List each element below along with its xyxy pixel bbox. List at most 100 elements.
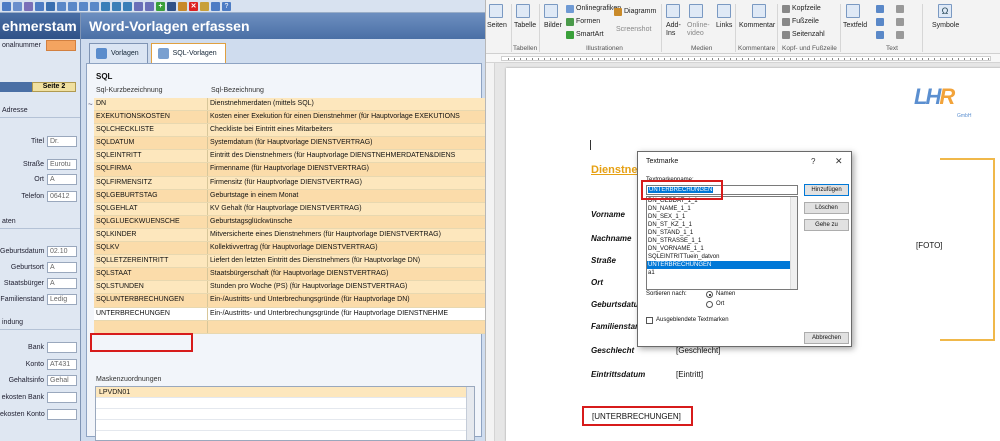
field-input[interactable]: 06412 <box>47 191 77 202</box>
first-record-icon[interactable] <box>57 1 66 11</box>
table-icon[interactable] <box>516 4 530 18</box>
table-row[interactable]: SQLCHECKLISTE Checkliste bei Eintritt ein… <box>94 124 485 138</box>
merge-icon[interactable] <box>145 1 154 11</box>
table-row[interactable]: SQLKV Kollektivvertrag (für Hauptvorlage … <box>94 242 485 256</box>
bookmark-list-item[interactable]: UNTERBRECHUNGEN <box>647 261 797 269</box>
table-button[interactable]: Tabelle <box>514 22 536 29</box>
table-row[interactable]: SQLFIRMENSITZ Firmensitz (für Hauptvorlag… <box>94 176 485 190</box>
pictures-button[interactable]: Bilder <box>544 22 562 29</box>
table-row[interactable]: SQLUNTERBRECHUNGEN Ein-/Austritts- und Un… <box>94 294 485 308</box>
tab-seite-2[interactable]: Seite 2 <box>32 82 76 92</box>
field-input[interactable]: Ledig <box>47 294 77 305</box>
sql-description-cell[interactable]: Kosten einer Exekution für einen Dienstn… <box>208 111 485 124</box>
bookmark-list-item[interactable]: a1 <box>647 269 797 277</box>
add-bookmark-button[interactable]: Hinzufügen <box>804 184 849 196</box>
table-row[interactable]: SQLKINDER Mitversicherte eines Dienstnehm… <box>94 228 485 243</box>
sql-description-cell[interactable]: Ein-/Austritts- und Unterbrechungsgründe… <box>208 307 485 320</box>
field-input[interactable]: AT431 <box>47 359 77 370</box>
list-item[interactable]: LPVDN01 <box>96 387 474 398</box>
bookmark-list-item[interactable]: DN_STAND_1_1 <box>647 229 797 237</box>
sort-by-position-radio[interactable] <box>706 301 713 308</box>
scrollbar[interactable] <box>466 387 474 440</box>
sql-short-name-cell[interactable]: SQLSTAAT <box>94 268 208 281</box>
table-row[interactable]: SQLLETZEREINTRITT Liefert den letzten Ein… <box>94 255 485 269</box>
bookmark-list-item[interactable]: DN_SEX_1_1 <box>647 213 797 221</box>
field-input[interactable]: A <box>47 262 77 273</box>
sql-description-cell[interactable]: Stunden pro Woche (PS) (für Hauptvorlage… <box>208 281 485 294</box>
omega-icon[interactable]: Ω <box>938 4 952 18</box>
table-row[interactable]: SQLGEHLAT KV Gehalt (für Hauptvorlage DIE… <box>94 202 485 216</box>
sql-description-cell[interactable]: Firmenname (für Hauptvorlage DIENSTVERTR… <box>208 163 485 176</box>
download-icon[interactable] <box>211 1 220 11</box>
copy-icon[interactable] <box>35 1 44 11</box>
edit-icon[interactable] <box>200 1 209 11</box>
save-icon[interactable] <box>167 1 176 11</box>
sql-short-name-cell[interactable]: SQLGEBURTSTAG <box>94 189 208 202</box>
document-icon[interactable] <box>24 1 33 11</box>
sql-short-name-cell[interactable] <box>94 320 208 333</box>
textbox-button[interactable]: Textfeld <box>843 22 867 29</box>
sql-icon[interactable] <box>46 1 55 11</box>
table-row[interactable]: EXEKUTIONSKOSTEN Kosten einer Exekution f… <box>94 111 485 125</box>
table-row[interactable]: SQLFIRMA Firmenname (für Hauptvorlage DIE… <box>94 163 485 177</box>
sql-short-name-cell[interactable]: SQLKINDER <box>94 228 208 242</box>
sql-short-name-cell[interactable]: SQLFIRMA <box>94 163 208 176</box>
online-video-icon[interactable] <box>689 4 703 18</box>
sql-short-name-cell[interactable]: SQLEINTRITT <box>94 150 208 163</box>
sql-short-name-cell[interactable]: SQLDATUM <box>94 137 208 150</box>
field-input[interactable] <box>47 392 77 403</box>
dropcap-icon[interactable] <box>876 31 884 39</box>
addins-button[interactable]: Add-Ins <box>666 22 682 38</box>
sql-description-cell[interactable]: KV Gehalt (für Hauptvorlage DIENSTVERTRA… <box>208 202 485 215</box>
field-input[interactable]: 02.10 <box>47 246 77 257</box>
chart-button[interactable]: Diagramm <box>624 8 656 15</box>
header-button[interactable]: Kopfzeile <box>792 5 821 12</box>
addins-icon[interactable] <box>666 4 680 18</box>
table-row[interactable]: SQLEINTRITT Eintritt des Dienstnehmers (f… <box>94 150 485 164</box>
table-row[interactable]: DN Dienstnehmerdaten (mittels SQL) <box>94 98 485 112</box>
prev-record-icon[interactable] <box>68 1 77 11</box>
pictures-icon[interactable] <box>544 4 558 18</box>
pages-button[interactable]: Seiten <box>487 22 507 29</box>
hidden-bookmarks-checkbox[interactable] <box>646 317 653 324</box>
bookmark-list[interactable]: DN_GEBDAT_1_1 DN_NAME_1_1 DN_SEX_1_1 DN_ST_… <box>646 196 798 290</box>
signature-icon[interactable] <box>896 5 904 13</box>
sql-short-name-cell[interactable]: SQLGEHLAT <box>94 202 208 215</box>
table-row[interactable]: SQLSTAAT Staatsbürgerschaft (für Hauptvor… <box>94 268 485 282</box>
comment-icon[interactable] <box>752 4 766 18</box>
footer-button[interactable]: Fußzeile <box>792 18 819 25</box>
sql-short-name-cell[interactable]: SQLKV <box>94 242 208 255</box>
last-record-icon[interactable] <box>90 1 99 11</box>
wordart-icon[interactable] <box>876 18 884 26</box>
tab-sql-vorlagen[interactable]: SQL-Vorlagen <box>150 43 226 63</box>
column-header-description[interactable]: Sql-Bezeichnung <box>211 87 264 94</box>
sql-description-cell[interactable]: Dienstnehmerdaten (mittels SQL) <box>208 98 485 111</box>
entry-date-field[interactable]: [Eintritt] <box>676 370 703 379</box>
sql-description-cell[interactable]: Liefert den letzten Eintritt des Dienstn… <box>208 255 485 268</box>
filter-icon[interactable] <box>13 1 22 11</box>
delete-bookmark-button[interactable]: Löschen <box>804 202 849 214</box>
sql-short-name-cell[interactable]: SQLLETZEREINTRITT <box>94 255 208 268</box>
goto-bookmark-button[interactable]: Gehe zu <box>804 219 849 231</box>
sql-description-cell[interactable]: Checkliste bei Eintritt eines Mitarbeite… <box>208 124 485 137</box>
mask-assignments-list[interactable]: LPVDN01 <box>95 386 475 441</box>
symbols-button[interactable]: Symbole <box>932 22 959 29</box>
next-record-icon[interactable] <box>79 1 88 11</box>
table-row[interactable]: SQLGEBURTSTAG Geburtstage in einem Monat <box>94 189 485 203</box>
sql-description-cell[interactable]: Geburtstage in einem Monat <box>208 189 485 202</box>
list-item[interactable] <box>96 420 474 431</box>
table-row[interactable]: SQLGLUECKWUENSCHE Geburtstagsglückwünsche <box>94 215 485 229</box>
sql-short-name-cell[interactable]: UNTERBRECHUNGEN <box>94 307 208 320</box>
field-input[interactable] <box>47 409 77 420</box>
list-item[interactable] <box>96 409 474 420</box>
vertical-ruler[interactable] <box>486 63 495 441</box>
sql-short-name-cell[interactable]: SQLUNTERBRECHUNGEN <box>94 294 208 307</box>
sql-short-name-cell[interactable]: SQLSTUNDEN <box>94 281 208 294</box>
bookmark-list-item[interactable]: DN_STRASSE_1_1 <box>647 237 797 245</box>
help-icon[interactable]: ? <box>222 1 231 11</box>
table-row[interactable]: UNTERBRECHUNGEN Ein-/Austritts- und Unter… <box>94 307 485 321</box>
textbox-icon[interactable] <box>846 4 860 18</box>
pages-icon[interactable] <box>489 4 503 18</box>
page-number-button[interactable]: Seitenzahl <box>792 31 825 38</box>
list-icon[interactable] <box>2 1 11 11</box>
